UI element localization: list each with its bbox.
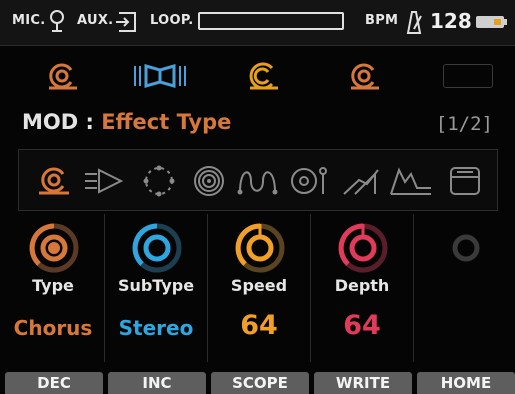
- param-value: 64: [343, 310, 381, 341]
- chain-slot-4[interactable]: [328, 56, 398, 96]
- dotted-circle-icon: [143, 165, 175, 197]
- page-title: MOD : Effect Type: [22, 110, 231, 134]
- inactive-knob: [452, 234, 480, 262]
- chain-slot-5[interactable]: [433, 56, 503, 96]
- param-value: Stereo: [118, 316, 194, 340]
- type-option-5[interactable]: [237, 163, 281, 199]
- pedal-screen: MIC. AUX. LOOP. BPM 128 MOD: Effect Typ…: [0, 0, 515, 394]
- param-value: 64: [240, 310, 278, 341]
- parameter-row: Type Chorus SubType Stereo Speed 64 Dept…: [0, 214, 515, 362]
- phaser-effect-icon: [134, 64, 186, 88]
- battery-icon: [476, 16, 507, 28]
- effect-chain: [0, 52, 515, 100]
- chain-slot-3[interactable]: [225, 56, 295, 96]
- type-option-chorus[interactable]: [31, 163, 75, 199]
- empty-slot-icon: [443, 64, 493, 88]
- type-option-8[interactable]: [389, 163, 433, 199]
- param-type[interactable]: Type Chorus: [2, 214, 104, 362]
- softkey-bar: DEC INC SCOPE WRITE HOME: [0, 372, 515, 394]
- aux-input-icon: [116, 12, 136, 32]
- flanger-arrow-icon: [85, 168, 124, 194]
- envelope-icon: [390, 167, 431, 195]
- status-bar: MIC. AUX. LOOP. BPM 128: [0, 0, 515, 46]
- speed-knob[interactable]: [234, 222, 286, 274]
- type-option-9[interactable]: [443, 163, 487, 199]
- type-option-6[interactable]: [289, 163, 333, 199]
- param-empty: [413, 214, 515, 362]
- param-speed[interactable]: Speed 64: [207, 214, 310, 362]
- depth-knob[interactable]: [337, 222, 389, 274]
- metronome-icon: [406, 11, 422, 34]
- chorus-effect-icon: [49, 63, 77, 90]
- mod-value: Effect Type: [101, 110, 232, 134]
- mic-label: MIC.: [12, 13, 46, 28]
- spiral-icon: [194, 166, 224, 196]
- home-button[interactable]: HOME: [417, 372, 515, 394]
- subtype-knob[interactable]: [131, 222, 183, 274]
- effect-type-strip: [18, 149, 498, 211]
- bpm-label: BPM: [365, 13, 399, 28]
- inc-button[interactable]: INC: [108, 372, 206, 394]
- box-icon: [450, 167, 480, 195]
- scope-button[interactable]: SCOPE: [211, 372, 309, 394]
- modulation-effect-icon: [249, 62, 278, 90]
- type-option-3[interactable]: [137, 163, 181, 199]
- type-option-2[interactable]: [83, 163, 127, 199]
- param-subtype[interactable]: SubType Stereo: [104, 214, 207, 362]
- chain-slot-1[interactable]: [26, 56, 96, 96]
- type-knob[interactable]: [28, 222, 80, 274]
- page-indicator: [1/2]: [435, 113, 493, 135]
- param-value: Chorus: [13, 316, 93, 340]
- microphone-icon: [50, 10, 64, 32]
- chorus-icon: [39, 167, 69, 195]
- param-name: Type: [32, 276, 74, 295]
- filter-icon: [343, 169, 379, 195]
- wave-icon: [237, 171, 278, 195]
- param-name: SubType: [117, 276, 195, 295]
- type-option-7[interactable]: [339, 163, 383, 199]
- aux-label: AUX.: [77, 13, 114, 28]
- rotary-icon: [291, 167, 327, 194]
- param-name: Depth: [334, 276, 390, 295]
- dec-button[interactable]: DEC: [5, 372, 103, 394]
- mod-label: MOD :: [22, 110, 94, 134]
- chain-slot-2[interactable]: [125, 56, 195, 96]
- bpm-value: 128: [430, 9, 472, 33]
- loop-progress-bar: [198, 12, 344, 30]
- chorus-effect-icon: [351, 63, 379, 90]
- type-option-4[interactable]: [187, 163, 231, 199]
- param-depth[interactable]: Depth 64: [310, 214, 413, 362]
- param-name: Speed: [230, 276, 288, 295]
- loop-label: LOOP.: [150, 13, 194, 28]
- write-button[interactable]: WRITE: [314, 372, 412, 394]
